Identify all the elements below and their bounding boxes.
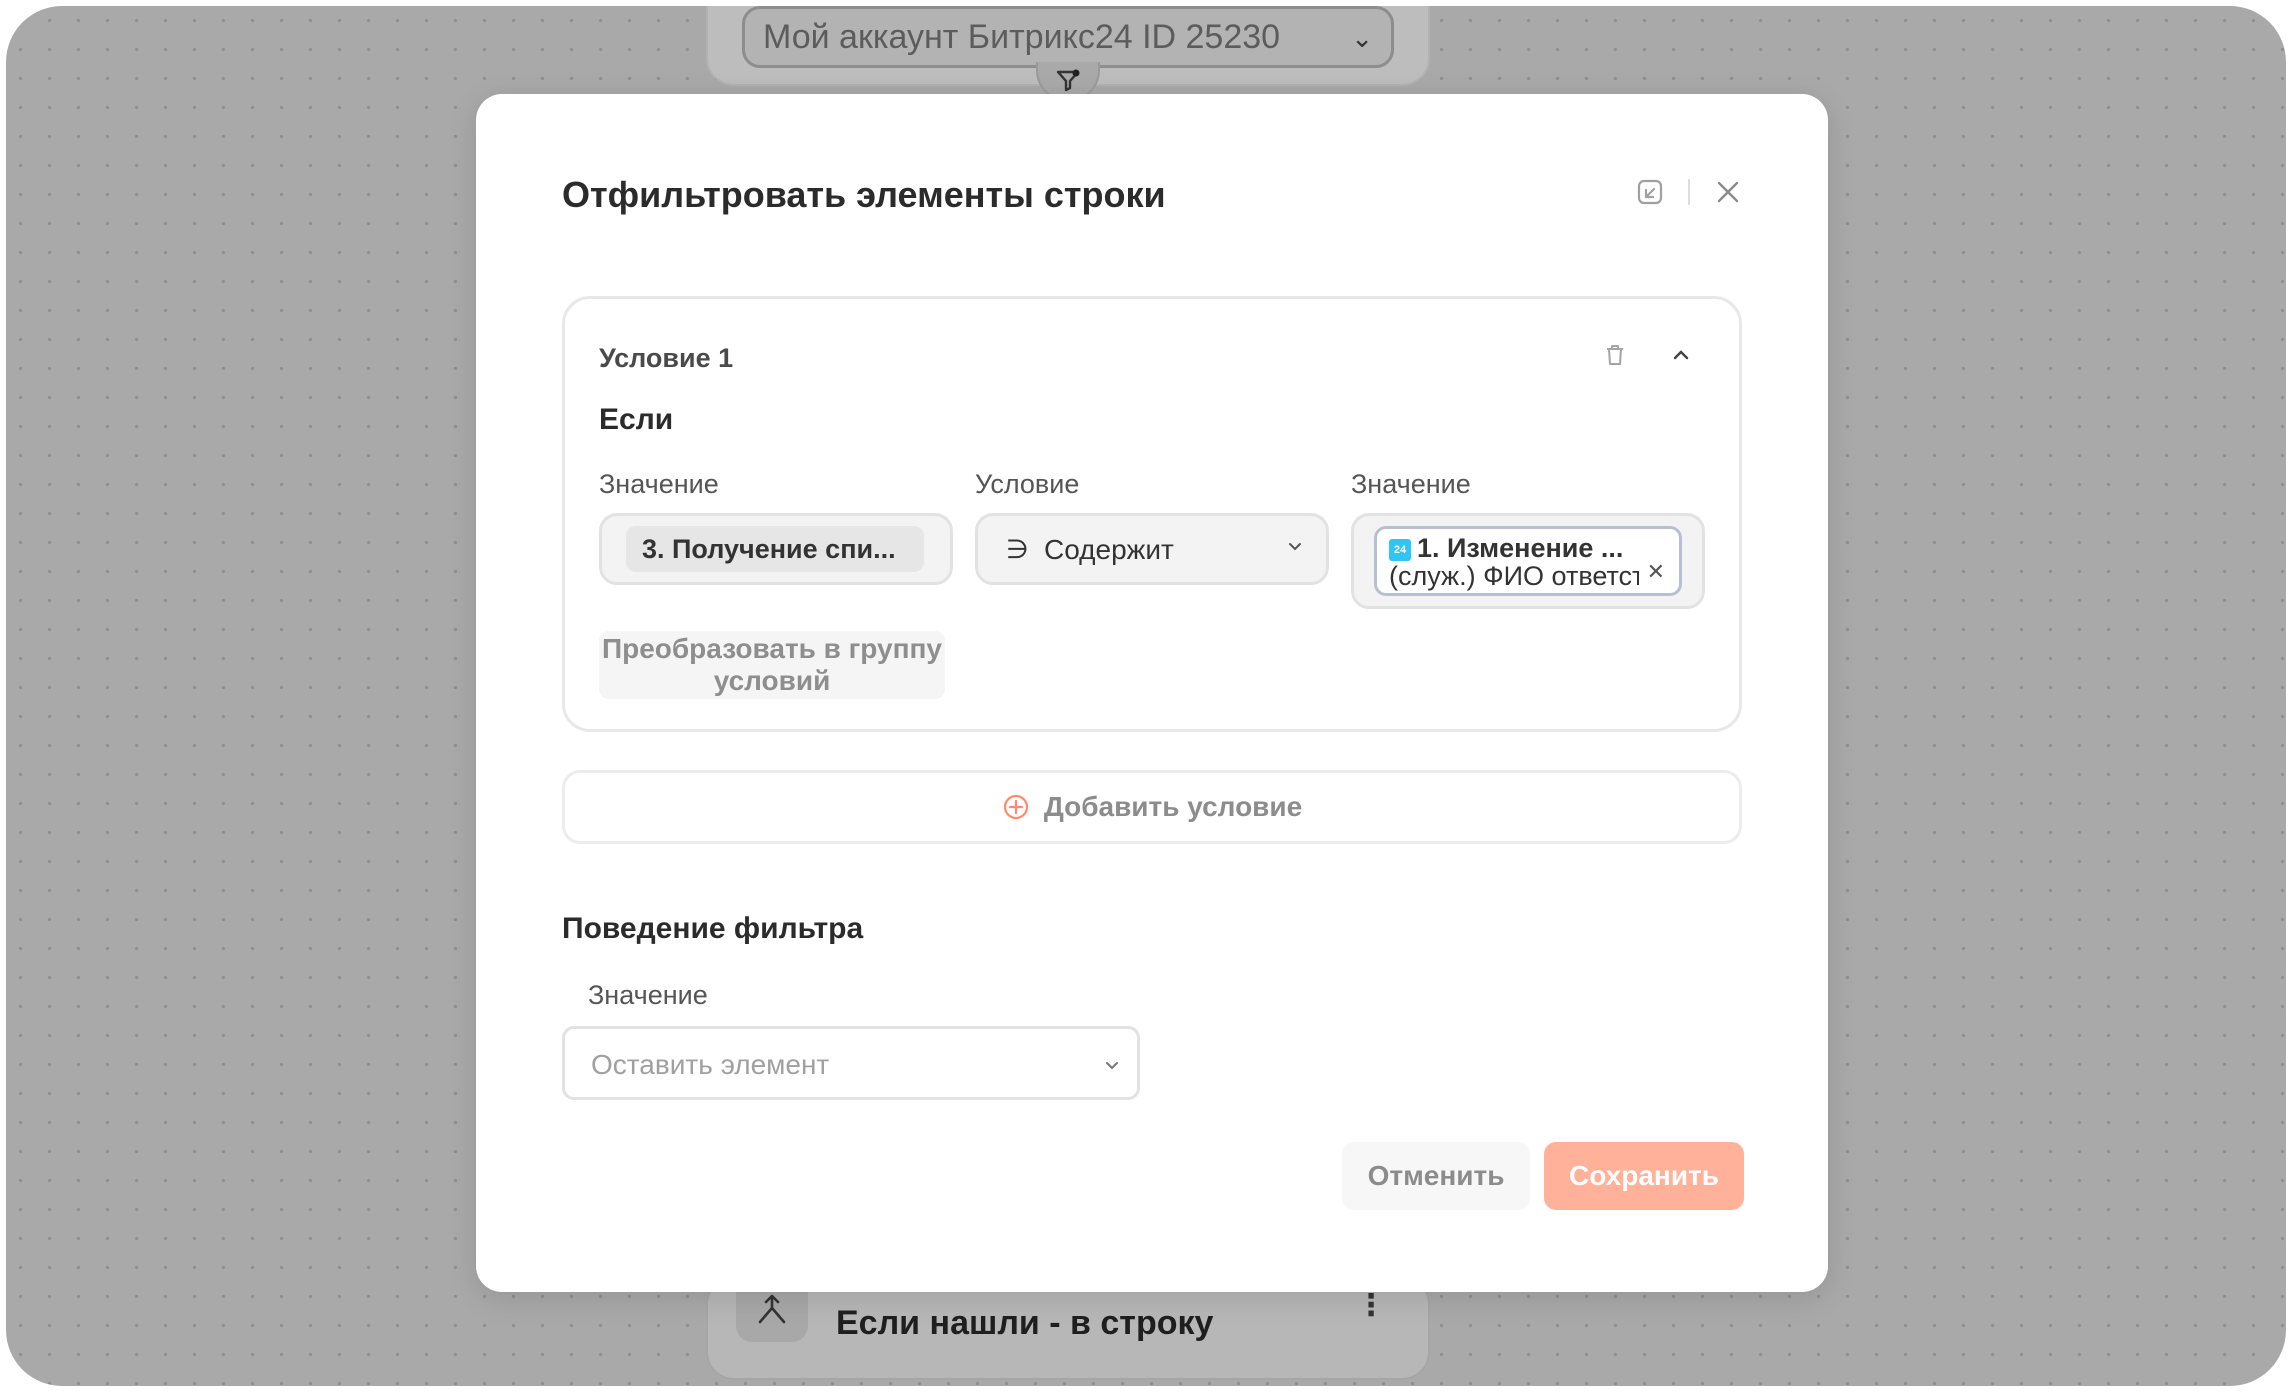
filter-modal: Отфильтровать элементы строки Условие 1 … (476, 94, 1828, 1292)
account-select-value: Мой аккаунт Битрикс24 ID 25230 (763, 17, 1281, 56)
account-select: Мой аккаунт Битрикс24 ID 25230 ⌄ (742, 6, 1394, 68)
open-external-icon[interactable] (1634, 176, 1666, 208)
save-button[interactable]: Сохранить (1544, 1142, 1744, 1210)
condition-actions (1601, 341, 1695, 369)
condition-card: Условие 1 Если Значение Условие Значение… (562, 296, 1742, 732)
header-divider (1688, 179, 1690, 205)
chevron-down-icon (1289, 543, 1301, 551)
left-value-field[interactable]: 3. Получение спи... (599, 513, 953, 585)
operator-select[interactable]: ∋ Содержит (975, 513, 1329, 585)
chevron-down-icon (1106, 1062, 1118, 1070)
behavior-value-label: Значение (588, 980, 708, 1010)
chevron-down-icon: ⌄ (1351, 23, 1373, 53)
left-value-label: Значение (599, 469, 719, 499)
condition-title: Условие 1 (599, 343, 734, 373)
bitrix24-icon: 24 (1389, 539, 1411, 561)
right-value-chip[interactable]: 24 1. Изменение ... (служ.) ФИО ответств… (1374, 526, 1682, 596)
right-value-line1: 1. Изменение ... (1417, 533, 1624, 563)
chevron-up-icon[interactable] (1667, 341, 1695, 369)
behavior-title: Поведение фильтра (562, 912, 864, 945)
modal-header-actions (1634, 176, 1744, 208)
behavior-select-placeholder: Оставить элемент (591, 1049, 830, 1080)
more-vertical-icon: ⋮ (1356, 1289, 1386, 1322)
remove-chip-icon[interactable]: ✕ (1647, 559, 1665, 585)
operator-label: Условие (975, 469, 1080, 499)
left-value-chip[interactable]: 3. Получение спи... (626, 526, 924, 572)
cancel-button[interactable]: Отменить (1342, 1142, 1530, 1210)
trash-icon[interactable] (1601, 341, 1629, 369)
right-value-field[interactable]: 24 1. Изменение ... (служ.) ФИО ответств… (1351, 513, 1705, 609)
add-circle-icon (1003, 794, 1028, 820)
add-condition-label: Добавить условие (1043, 791, 1303, 822)
contains-symbol-icon: ∋ (1006, 534, 1029, 564)
operator-value: Содержит (1044, 534, 1174, 565)
add-condition-button[interactable]: Добавить условие (562, 770, 1742, 844)
close-icon[interactable] (1712, 176, 1744, 208)
router-node-title: Если нашли - в строку (836, 1304, 1214, 1342)
right-value-line2: (служ.) ФИО ответственного (1389, 561, 1639, 591)
behavior-select[interactable]: Оставить элемент (562, 1026, 1140, 1100)
if-label: Если (599, 403, 674, 436)
convert-to-group-button[interactable]: Преобразовать в группу условий (599, 631, 945, 699)
modal-title: Отфильтровать элементы строки (562, 174, 1166, 215)
canvas-background: Мой аккаунт Битрикс24 ID 25230 ⌄ Если на… (6, 6, 2286, 1386)
right-value-label: Значение (1351, 469, 1471, 499)
